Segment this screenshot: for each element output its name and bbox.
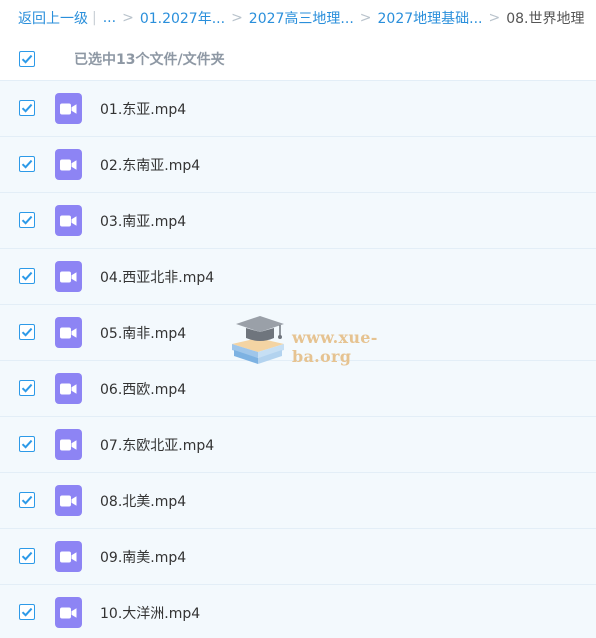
- file-checkbox[interactable]: [19, 100, 35, 116]
- breadcrumb-separator: >: [488, 10, 501, 26]
- file-name[interactable]: 04.西亚北非.mp4: [100, 267, 214, 287]
- video-file-icon: [55, 597, 82, 628]
- file-checkbox[interactable]: [19, 268, 35, 284]
- file-row[interactable]: 08.北美.mp4: [0, 472, 596, 528]
- file-name[interactable]: 05.南非.mp4: [100, 323, 186, 343]
- file-name[interactable]: 06.西欧.mp4: [100, 379, 186, 399]
- video-file-icon: [55, 93, 82, 124]
- selection-status: 已选中13个文件/文件夹: [74, 52, 225, 68]
- check-icon: [21, 271, 33, 281]
- select-all-bar: 已选中13个文件/文件夹: [0, 38, 596, 80]
- file-row[interactable]: 04.西亚北非.mp4: [0, 248, 596, 304]
- file-row[interactable]: 05.南非.mp4: [0, 304, 596, 360]
- file-checkbox[interactable]: [19, 324, 35, 340]
- check-icon: [21, 495, 33, 505]
- check-icon: [21, 551, 33, 561]
- file-name[interactable]: 03.南亚.mp4: [100, 211, 186, 231]
- check-icon: [21, 607, 33, 617]
- file-row[interactable]: 10.大洋洲.mp4: [0, 584, 596, 638]
- file-checkbox[interactable]: [19, 548, 35, 564]
- breadcrumb-ellipsis[interactable]: ...: [103, 10, 116, 26]
- check-icon: [21, 215, 33, 225]
- check-icon: [21, 439, 33, 449]
- file-checkbox[interactable]: [19, 492, 35, 508]
- file-name[interactable]: 09.南美.mp4: [100, 547, 186, 567]
- file-row[interactable]: 09.南美.mp4: [0, 528, 596, 584]
- file-checkbox[interactable]: [19, 604, 35, 620]
- breadcrumb-current: 08.世界地理: [506, 11, 585, 27]
- breadcrumb: 返回上一级 | ... > 01.2027年... > 2027高三地理... …: [0, 0, 596, 36]
- file-name[interactable]: 08.北美.mp4: [100, 491, 186, 511]
- file-name[interactable]: 07.东欧北亚.mp4: [100, 435, 214, 455]
- video-file-icon: [55, 149, 82, 180]
- video-file-icon: [55, 485, 82, 516]
- file-row[interactable]: 03.南亚.mp4: [0, 192, 596, 248]
- file-row[interactable]: 07.东欧北亚.mp4: [0, 416, 596, 472]
- check-icon: [21, 54, 33, 64]
- breadcrumb-separator: >: [122, 10, 134, 26]
- file-checkbox[interactable]: [19, 436, 35, 452]
- breadcrumb-separator: >: [231, 10, 243, 26]
- breadcrumb-item[interactable]: 2027高三地理...: [249, 8, 354, 28]
- file-name[interactable]: 02.东南亚.mp4: [100, 155, 200, 175]
- breadcrumb-separator: >: [359, 10, 372, 26]
- file-row[interactable]: 01.东亚.mp4: [0, 80, 596, 136]
- video-file-icon: [55, 317, 82, 348]
- file-checkbox[interactable]: [19, 212, 35, 228]
- back-link[interactable]: 返回上一级: [18, 8, 88, 28]
- select-all-checkbox[interactable]: [19, 51, 35, 67]
- video-file-icon: [55, 541, 82, 572]
- file-name[interactable]: 10.大洋洲.mp4: [100, 603, 200, 623]
- file-browser: 返回上一级 | ... > 01.2027年... > 2027高三地理... …: [0, 0, 596, 638]
- breadcrumb-item[interactable]: 2027地理基础...: [378, 8, 483, 28]
- video-file-icon: [55, 373, 82, 404]
- breadcrumb-divider: |: [92, 10, 97, 26]
- video-file-icon: [55, 261, 82, 292]
- file-checkbox[interactable]: [19, 380, 35, 396]
- file-row[interactable]: 02.东南亚.mp4: [0, 136, 596, 192]
- check-icon: [21, 103, 33, 113]
- check-icon: [21, 327, 33, 337]
- video-file-icon: [55, 205, 82, 236]
- check-icon: [21, 159, 33, 169]
- breadcrumb-item[interactable]: 01.2027年...: [140, 8, 225, 28]
- video-file-icon: [55, 429, 82, 460]
- file-checkbox[interactable]: [19, 156, 35, 172]
- file-list: 01.东亚.mp4 02.东南亚.mp4 03.南亚.mp4 04.西亚北非.mp4 0…: [0, 80, 596, 638]
- file-name[interactable]: 01.东亚.mp4: [100, 99, 186, 119]
- file-row[interactable]: 06.西欧.mp4: [0, 360, 596, 416]
- check-icon: [21, 383, 33, 393]
